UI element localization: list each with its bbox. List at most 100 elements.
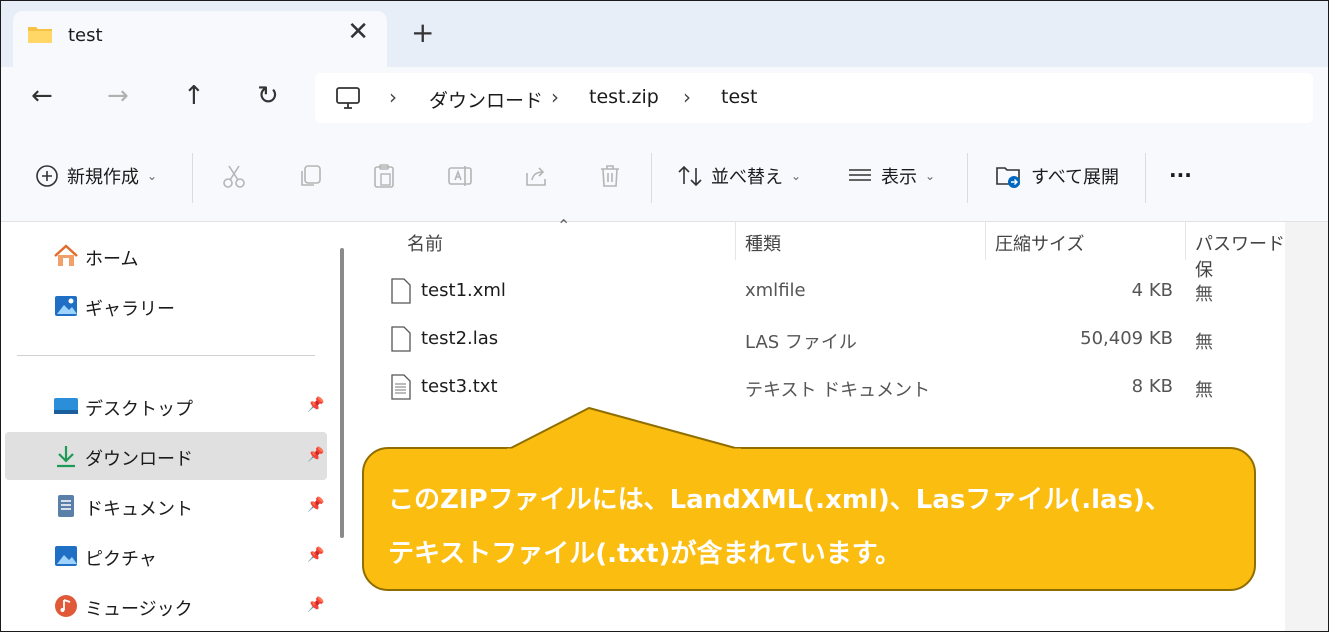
rename-icon[interactable] — [447, 163, 473, 189]
file-size: 4 KB — [1131, 280, 1173, 301]
sidebar-item-desktop[interactable]: デスクトップ 📌 — [5, 382, 327, 430]
sidebar-item-label: ピクチャ — [85, 549, 157, 570]
share-icon[interactable] — [523, 163, 549, 189]
file-name: test1.xml — [421, 280, 506, 301]
tab-strip: test ✕ + — [1, 1, 1328, 67]
file-name: test3.txt — [421, 376, 498, 397]
column-header-name[interactable]: 名前 — [407, 230, 443, 256]
navigation-bar: ← → ↑ ↻ › ダウンロード › test.zip › test — [1, 67, 1328, 135]
close-icon[interactable]: ✕ — [347, 19, 369, 45]
file-password: 無 — [1195, 332, 1213, 353]
file-size: 50,409 KB — [1080, 328, 1173, 349]
column-header-compressed-size[interactable]: 圧縮サイズ — [995, 230, 1084, 256]
document-icon — [58, 495, 74, 517]
address-bar[interactable]: › ダウンロード › test.zip › test — [315, 73, 1313, 123]
file-type: LAS ファイル — [745, 332, 857, 353]
view-label: 表示 — [881, 167, 917, 188]
column-separator[interactable] — [1185, 222, 1186, 260]
forward-button[interactable]: → — [107, 83, 129, 109]
column-separator[interactable] — [985, 222, 986, 260]
column-header-type[interactable]: 種類 — [745, 230, 781, 256]
file-password: 無 — [1195, 380, 1213, 401]
new-tab-button[interactable]: + — [411, 19, 434, 47]
breadcrumb-test[interactable]: test — [721, 86, 758, 108]
file-explorer-window: test ✕ + ← → ↑ ↻ › ダウンロード › test.zip › t… — [0, 0, 1329, 632]
file-row[interactable]: test3.txt テキスト ドキュメント 8 KB 無 — [355, 364, 1285, 412]
sidebar-item-gallery[interactable]: ギャラリー — [5, 282, 327, 330]
download-icon — [57, 446, 75, 468]
breadcrumb-downloads[interactable]: ダウンロード — [429, 86, 543, 113]
tab-test[interactable]: test ✕ — [13, 11, 387, 67]
sidebar-scrollbar[interactable] — [340, 248, 344, 538]
up-button[interactable]: ↑ — [183, 83, 205, 109]
view-list-icon — [849, 169, 871, 181]
sidebar-item-documents[interactable]: ドキュメント 📌 — [5, 482, 327, 530]
extract-folder-icon — [996, 167, 1020, 188]
callout-text: このZIPファイルには、LandXML(.xml)、Lasファイル(.las)、… — [388, 473, 1248, 581]
sidebar-item-label: ホーム — [85, 249, 139, 270]
computer-icon — [336, 87, 360, 109]
view-button[interactable]: 表示 ⌄ — [847, 163, 935, 189]
text-file-icon — [391, 374, 411, 400]
file-type: テキスト ドキュメント — [745, 380, 931, 401]
chevron-down-icon: ⌄ — [147, 169, 158, 183]
extract-all-label: すべて展開 — [1031, 167, 1120, 188]
breadcrumb-separator: › — [389, 85, 397, 109]
divider — [651, 153, 652, 203]
divider — [1145, 153, 1146, 203]
sidebar-item-pictures[interactable]: ピクチャ 📌 — [5, 532, 327, 580]
file-name: test2.las — [421, 328, 499, 349]
file-row[interactable]: test2.las LAS ファイル 50,409 KB 無 — [355, 316, 1285, 364]
sidebar-item-music[interactable]: ミュージック 📌 — [5, 582, 327, 630]
file-size: 8 KB — [1131, 376, 1173, 397]
file-icon — [391, 278, 411, 304]
divider — [967, 153, 968, 203]
pin-icon[interactable]: 📌 — [307, 497, 324, 513]
pin-icon[interactable]: 📌 — [307, 447, 324, 463]
delete-icon[interactable] — [597, 163, 623, 189]
copy-icon[interactable] — [297, 163, 323, 189]
sort-icon — [678, 165, 702, 187]
folder-icon — [28, 27, 52, 43]
command-bar: 新規作成 ⌄ 並べ替え ⌄ 表示 ⌄ すべて展開 ··· — [1, 135, 1328, 222]
more-icon: ··· — [1169, 163, 1192, 187]
pictures-icon — [55, 546, 77, 566]
sort-button[interactable]: 並べ替え ⌄ — [677, 163, 801, 189]
callout-line-2: テキストファイル(.txt)が含まれています。 — [388, 539, 902, 569]
sidebar-item-home[interactable]: ホーム — [5, 232, 327, 280]
column-separator[interactable] — [735, 222, 736, 260]
desktop-icon — [54, 398, 78, 414]
music-icon — [55, 595, 77, 617]
breadcrumb-separator: › — [683, 85, 691, 109]
file-row[interactable]: test1.xml xmlfile 4 KB 無 — [355, 268, 1285, 316]
pin-icon[interactable]: 📌 — [307, 547, 324, 563]
extract-all-button[interactable]: すべて展開 — [995, 163, 1119, 189]
more-options-button[interactable]: ··· — [1169, 163, 1192, 187]
divider — [192, 153, 193, 203]
tab-title: test — [68, 25, 103, 46]
cut-icon[interactable] — [221, 163, 247, 189]
new-label: 新規作成 — [67, 167, 139, 188]
sidebar-divider — [17, 355, 315, 356]
paste-icon[interactable] — [371, 163, 397, 189]
sidebar-item-label: ドキュメント — [85, 499, 193, 520]
back-button[interactable]: ← — [31, 83, 53, 109]
breadcrumb-test-zip[interactable]: test.zip — [589, 86, 659, 108]
chevron-down-icon: ⌄ — [925, 169, 936, 183]
home-icon — [54, 244, 78, 266]
new-button[interactable]: 新規作成 ⌄ — [35, 163, 157, 189]
file-icon — [391, 326, 411, 352]
gallery-icon — [55, 296, 77, 316]
pin-icon[interactable]: 📌 — [307, 397, 324, 413]
file-type: xmlfile — [745, 280, 806, 301]
chevron-down-icon: ⌄ — [791, 169, 802, 183]
sidebar-item-label: ダウンロード — [85, 449, 193, 470]
file-password: 無 — [1195, 284, 1213, 305]
sidebar-item-label: デスクトップ — [85, 399, 193, 420]
details-pane — [1285, 222, 1328, 631]
refresh-button[interactable]: ↻ — [257, 83, 279, 109]
pin-icon[interactable]: 📌 — [307, 597, 324, 613]
sidebar-item-downloads[interactable]: ダウンロード 📌 — [5, 432, 327, 480]
callout-line-1: このZIPファイルには、LandXML(.xml)、Lasファイル(.las)、 — [388, 485, 1171, 515]
callout-box: このZIPファイルには、LandXML(.xml)、Lasファイル(.las)、… — [362, 447, 1256, 591]
